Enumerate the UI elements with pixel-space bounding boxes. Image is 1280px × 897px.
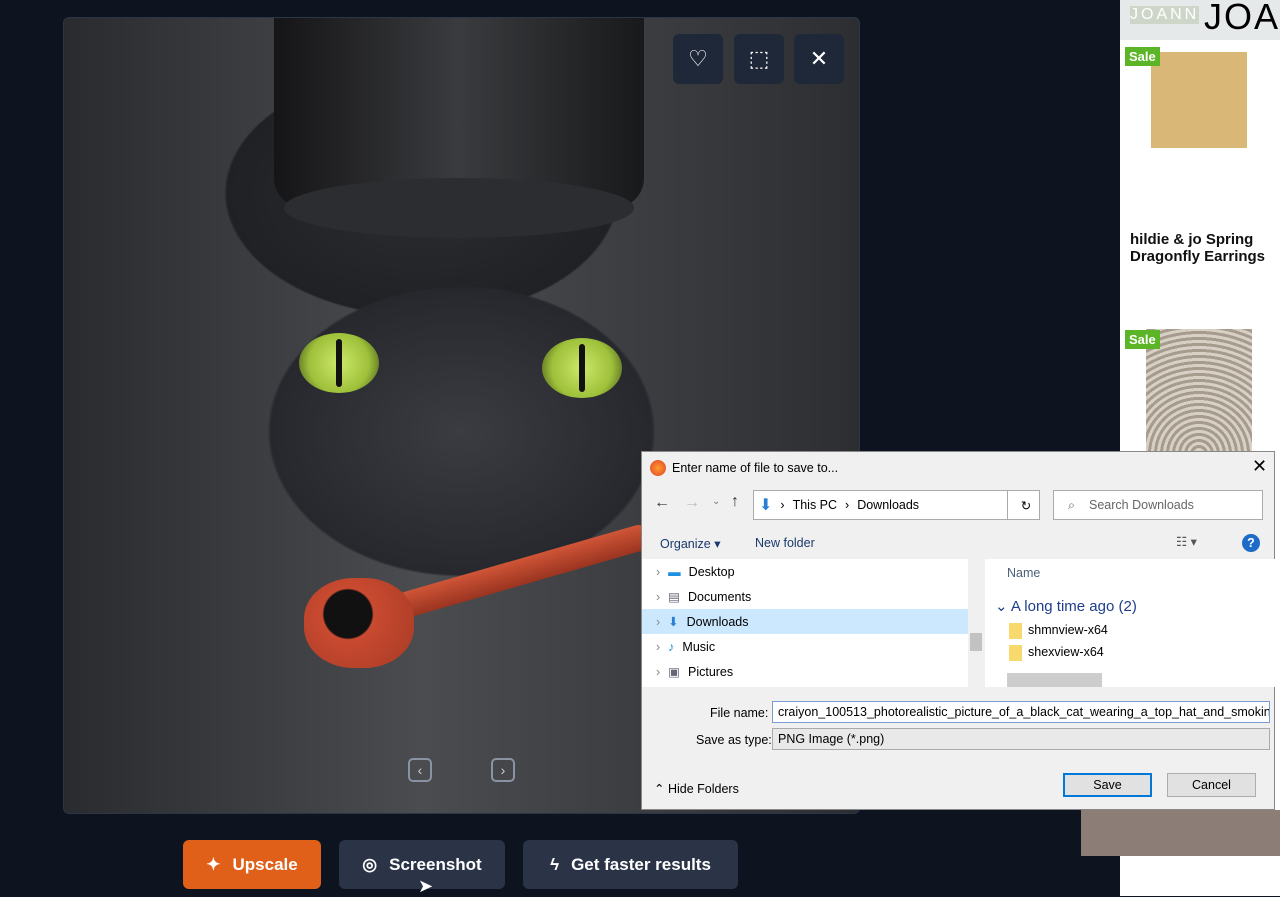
chevron-left-icon: ‹ [417,762,423,778]
screenshot-label: Screenshot [389,854,482,874]
lightning-icon: ϟ [550,854,560,874]
search-icon: ⌕ [1068,497,1076,512]
music-icon: ♪ [668,639,675,654]
ad-header: JOANN JOA [1120,0,1280,40]
next-image-button[interactable]: › [491,758,515,782]
save-button[interactable]: Save [1063,773,1152,797]
file-item[interactable]: shmnview-x64 [1009,623,1108,639]
save-file-dialog: Enter name of file to save to... ✕ ← → ⌄… [641,451,1275,810]
refresh-button[interactable]: ↻ [1007,490,1040,520]
image-download-icon: ⬚ [748,46,770,71]
search-input[interactable]: ⌕ Search Downloads [1053,490,1263,520]
upscale-button[interactable]: ✦ Upscale [183,840,321,889]
search-placeholder: Search Downloads [1089,498,1194,512]
save-type-label: Save as type: [696,733,772,747]
desktop-icon: ▬ [668,564,681,579]
recent-locations-button[interactable]: ⌄ [712,496,720,507]
dialog-title: Enter name of file to save to... [672,461,839,475]
cat-eye [542,338,622,398]
tree-item-music[interactable]: › ♪ Music [642,634,968,659]
file-item[interactable]: shexview-x64 [1009,645,1104,661]
cat-eye [299,333,379,393]
upscale-label: Upscale [232,854,298,874]
close-dialog-button[interactable]: ✕ [1252,456,1267,477]
cancel-button[interactable]: Cancel [1167,773,1256,797]
help-icon[interactable]: ? [1242,534,1260,552]
pictures-icon: ▣ [668,665,680,679]
faster-results-button[interactable]: ϟ Get faster results [523,840,738,889]
firefox-icon [650,460,666,476]
save-image-button[interactable]: ⬚ [734,34,784,84]
column-header-name[interactable]: Name [1007,566,1040,580]
address-bar[interactable]: ⬇› This PC› Downloads ⌄ [753,490,1040,520]
sale-badge: Sale [1125,47,1160,66]
group-label: A long time ago (2) [1010,598,1137,615]
tree-label: Desktop [688,564,735,579]
group-header[interactable]: ⌄ A long time ago (2) [995,597,1137,615]
folder-icon [1009,645,1022,661]
view-options-button[interactable]: ☷ ▾ [1176,534,1197,549]
chevron-icon: › [845,498,850,512]
save-type-value: PNG Image (*.png) [778,732,885,746]
file-name-input[interactable]: craiyon_100513_photorealistic_picture_of… [772,701,1270,723]
tree-scrollbar[interactable] [968,559,984,687]
earrings-image[interactable] [1151,52,1247,148]
ad-image[interactable] [1081,810,1280,856]
back-button[interactable]: ← [654,494,670,512]
chevron-right-icon: › [500,762,506,778]
camera-icon: ◎ [362,854,378,874]
file-name: shexview-x64 [1028,645,1104,659]
up-button[interactable]: ↑ [731,493,739,511]
cancel-label: Cancel [1192,778,1231,792]
favorite-button[interactable]: ♡ [673,34,723,84]
tree-item-downloads[interactable]: › ⬇ Downloads [642,609,968,634]
pipe-stem [395,522,653,620]
file-name-value: craiyon_100513_photorealistic_picture_of… [778,705,1270,719]
cat-image-brim [284,178,634,238]
path-this-pc[interactable]: This PC [793,498,837,512]
tree-label: Pictures [687,664,734,679]
download-icon: ⬇ [668,615,679,629]
refresh-icon: ↻ [1020,498,1032,513]
hide-folders-label: Hide Folders [667,782,739,796]
organize-button[interactable]: Organize ▾ [660,536,720,551]
file-name: shmnview-x64 [1028,623,1108,637]
ad-logo: JOA [1204,0,1280,37]
file-list: Name ⌄ A long time ago (2) shmnview-x64 … [985,559,1275,687]
heart-icon: ♡ [688,46,708,71]
fabric-image[interactable] [1146,329,1252,454]
sale-badge: Sale [1125,330,1160,349]
prev-image-button[interactable]: ‹ [408,758,432,782]
document-icon: ▤ [668,590,680,604]
new-folder-button[interactable]: New folder [755,536,815,550]
path-downloads[interactable]: Downloads [857,498,919,512]
tree-label: Music [682,639,716,654]
tree-label: Documents [687,589,752,604]
close-button[interactable]: ✕ [794,34,844,84]
save-label: Save [1093,778,1122,792]
mouse-cursor: ➤ [418,876,434,896]
save-type-select[interactable]: PNG Image (*.png) [772,728,1270,750]
sparkle-icon: ✦ [206,854,221,874]
product-title[interactable]: hildie & jo Spring Dragonfly Earrings [1130,231,1275,265]
file-name-label: File name: [710,706,769,720]
tree-item-pictures[interactable]: › ▣ Pictures [642,659,968,684]
tree-item-desktop[interactable]: › ▬ Desktop [642,559,968,584]
close-icon: ✕ [809,46,829,71]
chevron-icon: › [780,498,785,512]
pipe-bowl [304,578,414,668]
folder-icon [1009,623,1022,639]
folder-tree: › ▬ Desktop › ▤ Documents › ⬇ Downloads › ♪ Musi… [642,559,968,687]
hide-folders-button[interactable]: ⌃ Hide Folders [654,781,739,796]
ad-brand: JOANN [1130,6,1200,24]
faster-label: Get faster results [571,854,711,874]
forward-button[interactable]: → [684,494,700,512]
horizontal-scrollbar[interactable] [1007,673,1102,687]
download-arrow-icon: ⬇ [759,497,773,514]
tree-item-documents[interactable]: › ▤ Documents [642,584,968,609]
tree-label: Downloads [686,614,749,629]
